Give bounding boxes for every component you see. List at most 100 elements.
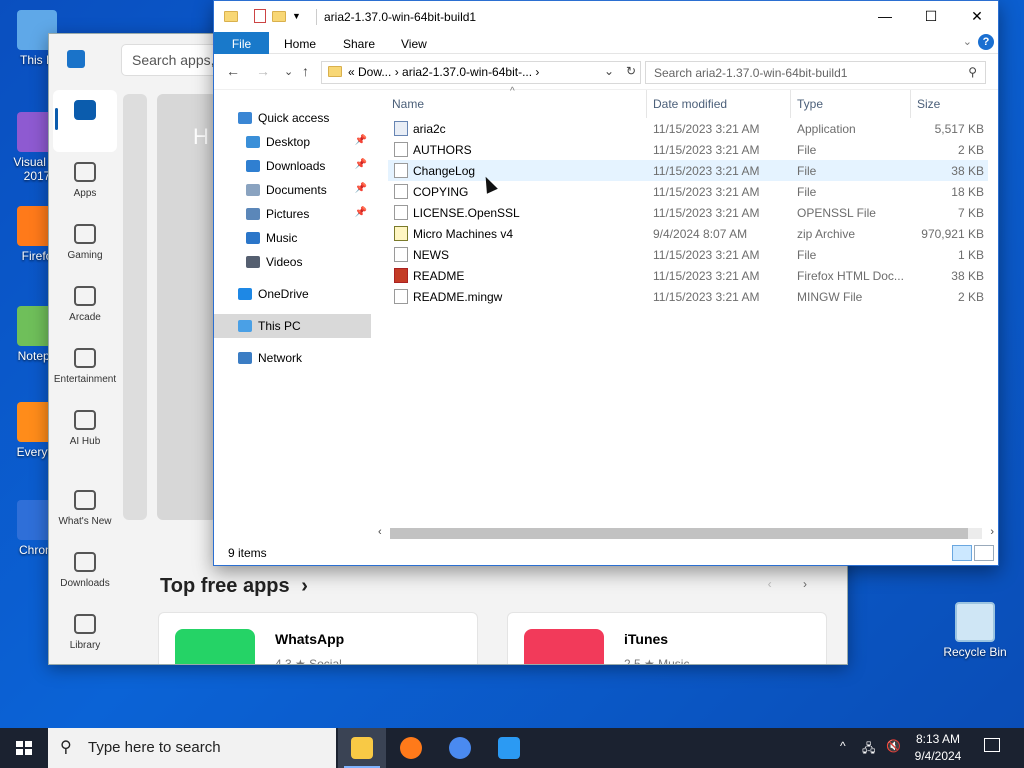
refresh-icon[interactable]: ↻	[626, 64, 636, 78]
maximize-button[interactable]: ☐	[908, 1, 954, 32]
carousel-prev-button[interactable]: ‹	[768, 577, 772, 591]
store-nav-library[interactable]: Library	[49, 604, 121, 664]
file-row[interactable]: COPYING 11/15/2023 3:21 AM File 18 KB	[388, 181, 988, 202]
file-date: 11/15/2023 3:21 AM	[653, 206, 760, 220]
hero-banner[interactable]: H	[157, 94, 217, 520]
properties-icon[interactable]	[254, 9, 266, 23]
clock[interactable]: 8:13 AM 9/4/2024	[908, 731, 968, 765]
title-bar[interactable]: ▼ aria2-1.37.0-win-64bit-build1 — ☐ ✕	[214, 1, 998, 32]
column-divider[interactable]	[790, 90, 791, 118]
new-folder-icon[interactable]	[272, 10, 286, 22]
nav-item-videos[interactable]: Videos	[214, 250, 371, 274]
file-explorer-window[interactable]: ▼ aria2-1.37.0-win-64bit-build1 — ☐ ✕ Fi…	[213, 0, 999, 566]
tab-share[interactable]: Share	[343, 34, 375, 54]
file-row[interactable]: AUTHORS 11/15/2023 3:21 AM File 2 KB	[388, 139, 988, 160]
top-free-apps-heading[interactable]: Top free apps ›	[160, 575, 308, 598]
app-card[interactable]: iTunes 2.5 ★ Music	[507, 612, 827, 664]
scroll-right-button[interactable]: ›	[990, 526, 994, 538]
nav-item-this-pc[interactable]: This PC	[214, 314, 371, 338]
help-icon[interactable]: ?	[978, 34, 994, 50]
recent-locations-button[interactable]: ⌄	[284, 65, 293, 78]
store-nav-downloads[interactable]: Downloads	[49, 542, 121, 604]
search-box[interactable]: Search aria2-1.37.0-win-64bit-build1 ⚲	[645, 61, 986, 84]
app-card[interactable]: WhatsApp 4.3 ★ Social	[158, 612, 478, 664]
nav-item-quick-access[interactable]: Quick access	[214, 106, 371, 130]
hero-banner-left[interactable]	[123, 94, 147, 520]
column-date[interactable]: Date modified	[653, 97, 727, 111]
tab-view[interactable]: View	[401, 34, 427, 54]
column-type[interactable]: Type	[797, 97, 823, 111]
network-icon[interactable]: 🖧	[862, 739, 875, 768]
details-view-button[interactable]	[952, 545, 972, 561]
start-button[interactable]	[0, 728, 48, 768]
onedrive-icon	[238, 288, 252, 300]
store-nav-entertainment[interactable]: Entertainment	[49, 338, 121, 400]
address-dropdown-icon[interactable]: ⌄	[604, 64, 614, 78]
up-button[interactable]: ↑	[302, 63, 309, 79]
pictures-icon	[246, 208, 260, 220]
column-divider[interactable]	[910, 90, 911, 118]
file-row[interactable]: NEWS 11/15/2023 3:21 AM File 1 KB	[388, 244, 988, 265]
clock-time: 8:13 AM	[915, 732, 961, 746]
file-row[interactable]: README.mingw 11/15/2023 3:21 AM MINGW File…	[388, 286, 988, 307]
nav-item-pictures[interactable]: Pictures 📌	[214, 202, 371, 226]
customize-toolbar-icon[interactable]: ▼	[292, 11, 301, 21]
forward-button[interactable]: →	[256, 63, 270, 79]
address-bar[interactable]: « Dow... › aria2-1.37.0-win-64bit-... › …	[321, 61, 641, 84]
expand-ribbon-icon[interactable]: ⌄	[963, 35, 972, 48]
scroll-thumb[interactable]	[390, 528, 968, 539]
column-size[interactable]: Size	[917, 97, 940, 111]
nav-item-onedrive[interactable]: OneDrive	[214, 282, 371, 306]
nav-item-documents[interactable]: Documents 📌	[214, 178, 371, 202]
column-divider[interactable]	[646, 90, 647, 118]
taskbar-app-firefox[interactable]	[387, 728, 435, 768]
store-nav-ai-hub[interactable]: AI Hub	[49, 400, 121, 462]
nav-item-downloads[interactable]: Downloads 📌	[214, 154, 371, 178]
store-nav-what-s-new[interactable]: What's New	[49, 480, 121, 542]
file-date: 11/15/2023 3:21 AM	[653, 269, 760, 283]
file-row[interactable]: aria2c 11/15/2023 3:21 AM Application 5,517…	[388, 118, 988, 139]
taskbar-search[interactable]: ⚲ Type here to search	[48, 728, 336, 768]
taskbar-app-file-explorer[interactable]	[338, 728, 386, 768]
recycle-bin-label: Recycle Bin	[943, 645, 1007, 659]
carousel-controls: ‹ ›	[768, 577, 807, 591]
store-nav-home[interactable]	[53, 90, 117, 152]
store-nav-apps[interactable]: Apps	[49, 152, 121, 214]
notifications-icon[interactable]	[984, 738, 1000, 752]
file-row[interactable]: ChangeLog 11/15/2023 3:21 AM File 38 KB	[388, 160, 988, 181]
breadcrumb[interactable]: « Dow... › aria2-1.37.0-win-64bit-... ›	[348, 65, 539, 79]
file-date: 9/4/2024 8:07 AM	[653, 227, 748, 241]
column-name[interactable]: Name	[392, 97, 424, 111]
pin-icon: 📌	[354, 183, 367, 194]
nav-item-desktop[interactable]: Desktop 📌	[214, 130, 371, 154]
download-folder-icon	[246, 160, 260, 172]
store-nav-gaming[interactable]: Gaming	[49, 214, 121, 276]
store-nav-arcade[interactable]: Arcade	[49, 276, 121, 338]
tab-home[interactable]: Home	[284, 34, 316, 54]
store-nav-label: Arcade	[69, 312, 101, 323]
quick-access-toolbar: ▼	[224, 9, 301, 23]
file-date: 11/15/2023 3:21 AM	[653, 143, 760, 157]
recycle-bin[interactable]: Recycle Bin	[940, 602, 1010, 659]
minimize-button[interactable]: —	[862, 1, 908, 32]
taskbar-app-chrome[interactable]	[436, 728, 484, 768]
large-icons-view-button[interactable]	[974, 545, 994, 561]
carousel-next-button[interactable]: ›	[803, 577, 807, 591]
taskbar-app-microsoft-store[interactable]	[485, 728, 533, 768]
volume-muted-icon[interactable]: 🔇	[886, 739, 901, 768]
file-type: Firefox HTML Doc...	[797, 269, 904, 283]
back-button[interactable]: ←	[226, 63, 240, 79]
nav-item-network[interactable]: Network	[214, 346, 371, 370]
nav-item-music[interactable]: Music	[214, 226, 371, 250]
nav-item-label: Videos	[266, 255, 303, 269]
scroll-left-button[interactable]: ‹	[378, 526, 382, 538]
show-hidden-icons-button[interactable]: ^	[840, 739, 846, 768]
horizontal-scrollbar[interactable]: ‹ ›	[374, 525, 998, 542]
tab-file[interactable]: File	[214, 32, 269, 54]
close-button[interactable]: ✕	[954, 1, 1000, 32]
file-row[interactable]: Micro Machines v4 9/4/2024 8:07 AM zip Arc…	[388, 223, 988, 244]
file-row[interactable]: README 11/15/2023 3:21 AM Firefox HTML Doc…	[388, 265, 988, 286]
file-row[interactable]: LICENSE.OpenSSL 11/15/2023 3:21 AM OPENSSL…	[388, 202, 988, 223]
file-icon	[394, 142, 408, 157]
file-size: 18 KB	[951, 185, 984, 199]
